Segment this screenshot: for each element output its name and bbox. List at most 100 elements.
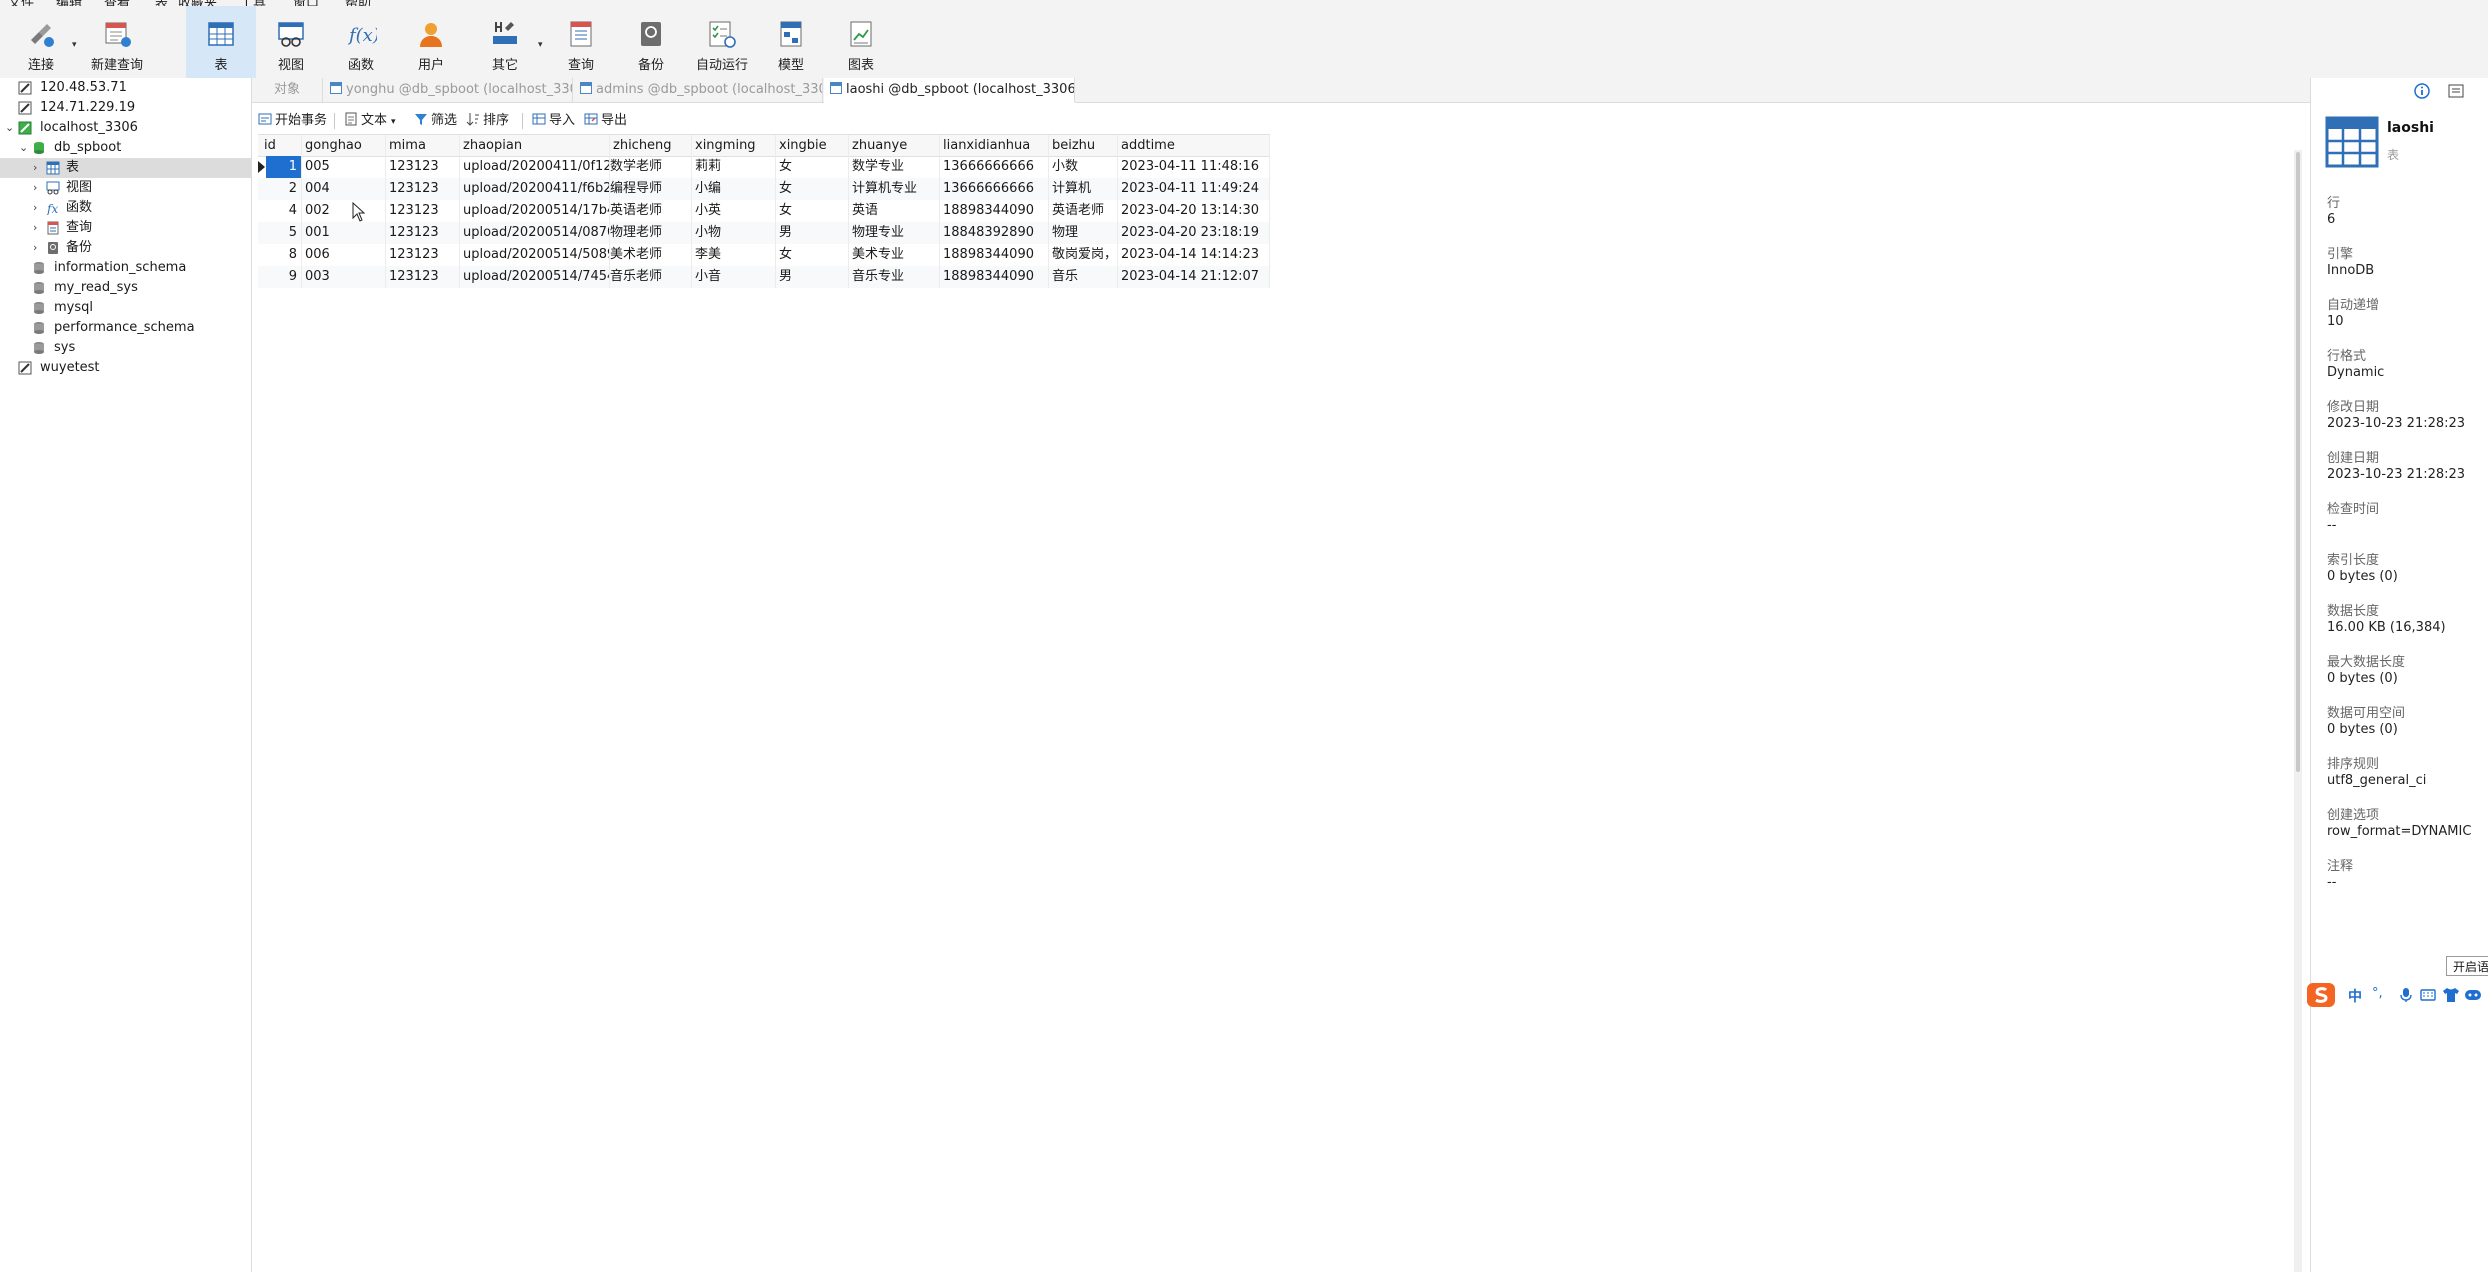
cell-id[interactable]: 9 xyxy=(266,266,302,288)
cell-addtime[interactable]: 2023-04-20 13:14:30 xyxy=(1118,200,1270,222)
ddl-icon[interactable] xyxy=(2447,82,2465,100)
tree-item-connection-120[interactable]: 120.48.53.71 xyxy=(0,78,251,98)
chevron-down-icon[interactable]: ⌄ xyxy=(19,138,28,158)
chevron-down-icon[interactable]: ▾ xyxy=(391,117,396,127)
table-button[interactable]: 表 xyxy=(186,6,256,78)
cell-beizhu[interactable]: 英语老师 xyxy=(1049,200,1118,222)
tree-item-backups[interactable]: › 备份 xyxy=(0,238,251,258)
tab-admins[interactable]: admins @db_spboot (localhost_330... xyxy=(574,78,823,102)
cell-gonghao[interactable]: 002 xyxy=(302,200,386,222)
cell-gonghao[interactable]: 004 xyxy=(302,178,386,200)
view-button[interactable]: 视图 xyxy=(256,6,326,78)
info-icon[interactable] xyxy=(2413,82,2431,100)
cell-addtime[interactable]: 2023-04-14 21:12:07 xyxy=(1118,266,1270,288)
tree-item-sys[interactable]: sys xyxy=(0,338,251,358)
tree-item-tables[interactable]: › 表 xyxy=(0,158,251,178)
tree-item-queries[interactable]: › 查询 xyxy=(0,218,251,238)
cell-zhaopian[interactable]: upload/20200411/f6b2f8c xyxy=(460,178,610,200)
sort-button[interactable]: 排序 xyxy=(466,108,509,134)
import-button[interactable]: 导入 xyxy=(532,108,575,134)
begin-transaction-button[interactable]: 开始事务 xyxy=(258,108,327,134)
tree-item-functions[interactable]: › fx 函数 xyxy=(0,198,251,218)
table-row[interactable]: 4 002 123123 upload/20200514/17b44e 英语老师… xyxy=(258,200,1270,222)
model-button[interactable]: 模型 xyxy=(756,6,826,78)
cell-lianxidianhua[interactable]: 13666666666 xyxy=(940,178,1049,200)
scrollbar-thumb[interactable] xyxy=(2296,152,2300,772)
cell-mima[interactable]: 123123 xyxy=(386,156,460,178)
column-header-addtime[interactable]: addtime xyxy=(1118,135,1270,157)
cell-beizhu[interactable]: 小数 xyxy=(1049,156,1118,178)
tree-item-connection-124[interactable]: 124.71.229.19 xyxy=(0,98,251,118)
new-query-button[interactable]: 新建查询 xyxy=(82,6,152,78)
cell-zhaopian[interactable]: upload/20200514/08700e xyxy=(460,222,610,244)
tree-item-localhost[interactable]: ⌄ localhost_3306 xyxy=(0,118,251,138)
text-view-button[interactable]: 文本 ▾ xyxy=(344,108,396,134)
cell-mima[interactable]: 123123 xyxy=(386,244,460,266)
column-header-gonghao[interactable]: gonghao xyxy=(302,135,386,157)
cell-id[interactable]: 1 xyxy=(266,156,302,178)
chevron-right-icon[interactable]: › xyxy=(33,178,37,198)
cell-xingbie[interactable]: 男 xyxy=(776,266,849,288)
cell-zhaopian[interactable]: upload/20200514/50895e xyxy=(460,244,610,266)
cell-zhaopian[interactable]: upload/20200411/0f12f2c xyxy=(460,156,610,178)
cell-addtime[interactable]: 2023-04-20 23:18:19 xyxy=(1118,222,1270,244)
cell-xingming[interactable]: 莉莉 xyxy=(692,156,776,178)
skin-shirt-icon[interactable] xyxy=(2442,987,2460,1003)
backup-button[interactable]: 备份 xyxy=(616,6,686,78)
cell-mima[interactable]: 123123 xyxy=(386,266,460,288)
cell-zhuanye[interactable]: 物理专业 xyxy=(849,222,940,244)
cell-xingming[interactable]: 小音 xyxy=(692,266,776,288)
query-button[interactable]: 查询 xyxy=(546,6,616,78)
tree-item-information-schema[interactable]: information_schema xyxy=(0,258,251,278)
cell-id[interactable]: 2 xyxy=(266,178,302,200)
cell-zhicheng[interactable]: 编程导师 xyxy=(610,178,692,200)
cell-beizhu[interactable]: 音乐 xyxy=(1049,266,1118,288)
column-header-zhicheng[interactable]: zhicheng xyxy=(610,135,692,157)
cell-mima[interactable]: 123123 xyxy=(386,222,460,244)
tree-item-db-spboot[interactable]: ⌄ db_spboot xyxy=(0,138,251,158)
cell-beizhu[interactable]: 计算机 xyxy=(1049,178,1118,200)
table-row[interactable]: 5 001 123123 upload/20200514/08700e 物理老师… xyxy=(258,222,1270,244)
cell-xingbie[interactable]: 女 xyxy=(776,244,849,266)
cell-xingming[interactable]: 小英 xyxy=(692,200,776,222)
cell-xingbie[interactable]: 女 xyxy=(776,200,849,222)
cell-xingbie[interactable]: 女 xyxy=(776,178,849,200)
tree-item-performance-schema[interactable]: performance_schema xyxy=(0,318,251,338)
keyboard-icon[interactable] xyxy=(2420,987,2436,1003)
cell-zhicheng[interactable]: 数学老师 xyxy=(610,156,692,178)
tree-item-wuyetest[interactable]: wuyetest xyxy=(0,358,251,378)
table-row[interactable]: 8 006 123123 upload/20200514/50895e 美术老师… xyxy=(258,244,1270,266)
microphone-icon[interactable] xyxy=(2398,987,2414,1003)
cell-xingming[interactable]: 小编 xyxy=(692,178,776,200)
cell-zhicheng[interactable]: 英语老师 xyxy=(610,200,692,222)
cell-zhuanye[interactable]: 美术专业 xyxy=(849,244,940,266)
chevron-right-icon[interactable]: › xyxy=(33,218,37,238)
tab-laoshi[interactable]: laoshi @db_spboot (localhost_3306)... xyxy=(824,78,1075,103)
cell-gonghao[interactable]: 005 xyxy=(302,156,386,178)
automation-button[interactable]: 自动运行 xyxy=(686,6,758,78)
cell-lianxidianhua[interactable]: 18848392890 xyxy=(940,222,1049,244)
column-header-xingbie[interactable]: xingbie xyxy=(776,135,849,157)
cell-mima[interactable]: 123123 xyxy=(386,178,460,200)
cell-zhuanye[interactable]: 英语 xyxy=(849,200,940,222)
chevron-down-icon[interactable]: ▾ xyxy=(538,40,543,50)
column-header-mima[interactable]: mima xyxy=(386,135,460,157)
cell-gonghao[interactable]: 006 xyxy=(302,244,386,266)
cell-addtime[interactable]: 2023-04-11 11:48:16 xyxy=(1118,156,1270,178)
tab-objects[interactable]: 对象 xyxy=(252,78,323,102)
cell-zhuanye[interactable]: 音乐专业 xyxy=(849,266,940,288)
cell-zhicheng[interactable]: 音乐老师 xyxy=(610,266,692,288)
cell-zhaopian[interactable]: upload/20200514/7454d3 xyxy=(460,266,610,288)
cell-zhuanye[interactable]: 数学专业 xyxy=(849,156,940,178)
cell-zhuanye[interactable]: 计算机专业 xyxy=(849,178,940,200)
cell-id[interactable]: 5 xyxy=(266,222,302,244)
cell-gonghao[interactable]: 001 xyxy=(302,222,386,244)
column-header-zhaopian[interactable]: zhaopian xyxy=(460,135,610,157)
cell-zhicheng[interactable]: 美术老师 xyxy=(610,244,692,266)
cell-zhicheng[interactable]: 物理老师 xyxy=(610,222,692,244)
cell-lianxidianhua[interactable]: 13666666666 xyxy=(940,156,1049,178)
user-button[interactable]: 用户 xyxy=(396,6,466,78)
chart-button[interactable]: 图表 xyxy=(826,6,896,78)
column-header-zhuanye[interactable]: zhuanye xyxy=(849,135,940,157)
cell-lianxidianhua[interactable]: 18898344090 xyxy=(940,200,1049,222)
